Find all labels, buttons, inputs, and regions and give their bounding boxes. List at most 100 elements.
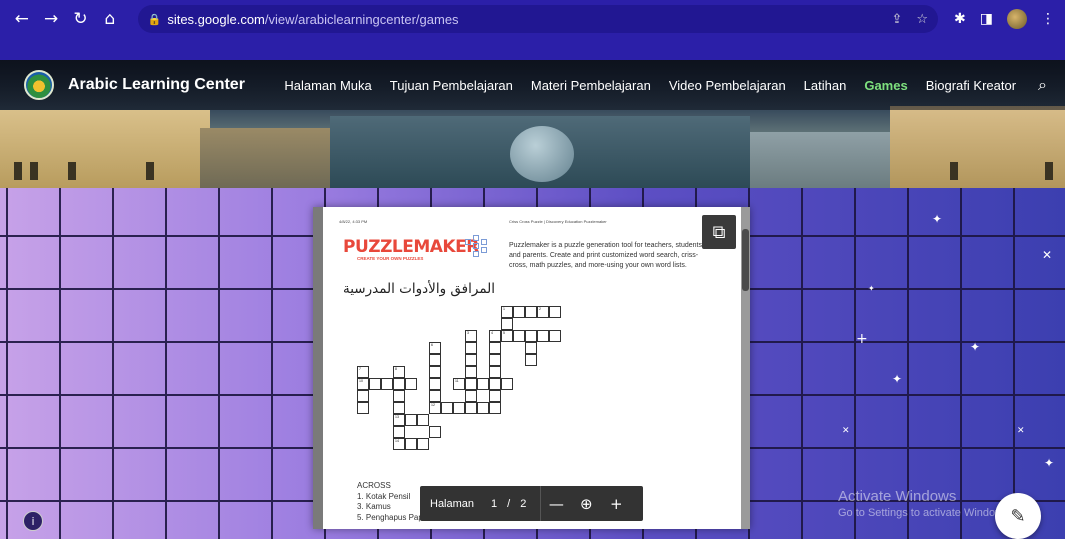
crossword-cell	[489, 390, 501, 402]
nav-latihan[interactable]: Latihan	[804, 78, 847, 93]
clue-number: 14	[395, 439, 399, 443]
url-path: /view/arabiclearningcenter/games	[264, 11, 459, 27]
nav-halaman-muka[interactable]: Halaman Muka	[284, 78, 371, 93]
watermark-title: Activate Windows	[838, 488, 957, 505]
menu-kebab-icon[interactable]: ⋮	[1041, 11, 1055, 27]
extensions-icon[interactable]: ✱	[954, 11, 966, 27]
sparkle-icon: ✕	[1042, 248, 1053, 262]
crossword-cell: 4	[489, 330, 501, 342]
crossword-cell	[441, 402, 453, 414]
crossword-cell	[549, 330, 561, 342]
crossword-cell: 10	[357, 378, 369, 390]
nav-tujuan-pembelajaran[interactable]: Tujuan Pembelajaran	[390, 78, 513, 93]
watermark-subtitle: Go to Settings to activate Windows.	[838, 507, 1012, 519]
crossword-cell	[357, 402, 369, 414]
crossword-cell	[405, 378, 417, 390]
pdf-header-date: 4/8/22, 4:33 PM	[339, 219, 368, 224]
crossword-cell	[417, 414, 429, 426]
zoom-in-button[interactable]: +	[601, 495, 631, 513]
crossword-cell	[501, 318, 513, 330]
site-nav: Halaman Muka Tujuan Pembelajaran Materi …	[284, 75, 1047, 95]
page-separator: /	[507, 497, 511, 510]
lock-icon[interactable]: 🔒	[148, 13, 162, 26]
crossword-cell	[513, 306, 525, 318]
reload-icon[interactable]: ↻	[69, 9, 92, 29]
crossword-cell	[537, 330, 549, 342]
crossword-cell	[525, 354, 537, 366]
crossword-cell	[477, 378, 489, 390]
profile-avatar[interactable]	[1006, 9, 1027, 29]
crossword-cell: 7	[357, 366, 369, 378]
current-page-input[interactable]: 1	[491, 498, 497, 510]
banner-window	[68, 162, 76, 180]
crossword-cell	[465, 390, 477, 402]
crossword-cell	[465, 402, 477, 414]
nav-games[interactable]: Games	[864, 78, 907, 93]
puzzle-title: المرافق والأدوات المدرسية	[342, 281, 495, 297]
site-title[interactable]: Arabic Learning Center	[68, 76, 245, 94]
site-logo[interactable]	[24, 70, 54, 100]
crossword-cell	[393, 426, 405, 438]
crossword-cell	[429, 354, 441, 366]
crossword-cell: 11	[453, 378, 465, 390]
forward-icon[interactable]: →	[39, 9, 62, 29]
browser-toolbar: ← → ↻ ⌂ 🔒 sites.google.com/view/arabicle…	[0, 0, 1065, 38]
pdf-header-title: Criss Cross Puzzle | Discovery Education…	[509, 219, 607, 224]
crossword-cell	[381, 378, 393, 390]
zoom-out-button[interactable]: —	[541, 495, 571, 513]
crossword-cell	[489, 378, 501, 390]
zoom-fit-icon[interactable]: ⊕	[571, 495, 601, 513]
windows-activation-watermark: Activate Windows Go to Settings to activ…	[838, 488, 1012, 519]
sparkle-icon: +	[856, 331, 868, 347]
sparkle-icon: ✦	[892, 372, 903, 386]
crossword-cell	[525, 342, 537, 354]
banner-building	[750, 132, 890, 188]
bookmark-star-icon[interactable]: ☆	[916, 12, 928, 27]
nav-video-pembelajaran[interactable]: Video Pembelajaran	[669, 78, 786, 93]
side-panel-icon[interactable]: ◨	[980, 11, 993, 27]
crossword-cell	[429, 426, 441, 438]
clue-number: 12	[431, 403, 435, 407]
crossword-cell	[489, 354, 501, 366]
crossword-cell	[429, 390, 441, 402]
address-bar[interactable]: 🔒 sites.google.com/view/arabiclearningce…	[137, 5, 939, 33]
crossword-cell	[525, 330, 537, 342]
crossword-cell	[429, 378, 441, 390]
crossword-cell	[357, 390, 369, 402]
crossword-cell	[417, 438, 429, 450]
nav-biografi-kreator[interactable]: Biografi Kreator	[926, 78, 1016, 93]
crossword-cell: 1	[501, 306, 513, 318]
crossword-cell	[465, 366, 477, 378]
banner-window	[14, 162, 22, 180]
puzzlemaker-logo: PUZZLEMAKER	[343, 237, 479, 257]
crossword-cell	[489, 402, 501, 414]
banner-window	[30, 162, 38, 180]
open-in-new-icon[interactable]: ⧉	[702, 215, 736, 249]
pdf-scrollbar[interactable]	[741, 207, 750, 529]
site-header: Arabic Learning Center Halaman Muka Tuju…	[0, 60, 1065, 110]
crossword-cell	[369, 378, 381, 390]
crossword-cell	[465, 378, 477, 390]
clue-number: 8	[395, 367, 397, 371]
back-icon[interactable]: ←	[10, 9, 33, 29]
crossword-cell	[477, 402, 489, 414]
crossword-cell	[393, 402, 405, 414]
total-pages: 2	[520, 497, 527, 510]
pdf-scroll-thumb[interactable]	[742, 229, 749, 291]
share-icon[interactable]: ⇪	[891, 12, 902, 27]
crossword-cell: 8	[393, 366, 405, 378]
crossword-cell	[465, 354, 477, 366]
sparkle-icon: ✦	[1044, 456, 1055, 470]
banner-window	[146, 162, 154, 180]
clue-number: 11	[455, 379, 459, 383]
nav-materi-pembelajaran[interactable]: Materi Pembelajaran	[531, 78, 651, 93]
crossword-cell	[429, 366, 441, 378]
edit-pencil-icon[interactable]: ✎	[995, 493, 1041, 539]
home-icon[interactable]: ⌂	[98, 9, 121, 29]
info-icon[interactable]: i	[23, 511, 43, 531]
search-icon[interactable]: ⌕	[1038, 75, 1047, 95]
crossword-cell	[501, 378, 513, 390]
pdf-viewer[interactable]: 4/8/22, 4:33 PM Criss Cross Puzzle | Dis…	[313, 207, 750, 529]
puzzlemaker-cubes-icon	[465, 235, 487, 263]
clue-number: 13	[395, 415, 399, 419]
